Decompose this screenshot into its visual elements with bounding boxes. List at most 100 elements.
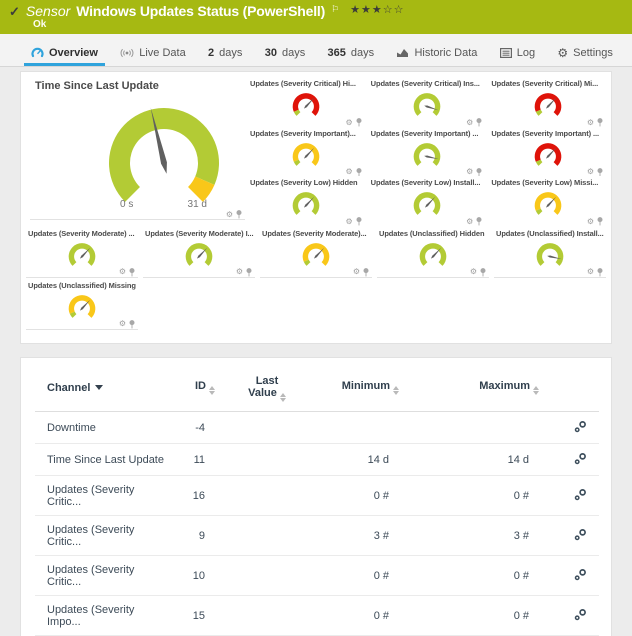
- gauge-settings-gear-icon[interactable]: ⚙: [466, 119, 473, 127]
- channel-name-cell[interactable]: Updates (Severity Critic...: [35, 476, 167, 516]
- sort-arrows-icon: [533, 386, 539, 395]
- channel-settings-button[interactable]: [574, 528, 587, 541]
- gauge: [369, 139, 486, 169]
- gauge-tile-updates-unclassified-install[interactable]: Updates (Unclassified) Install...⚙: [494, 227, 606, 279]
- priority-stars[interactable]: ★★★☆☆: [350, 4, 404, 16]
- gauge-tile-footer: ⚙: [248, 119, 365, 127]
- tab-365-days[interactable]: 365days: [321, 42, 382, 66]
- column-header-maximum[interactable]: Maximum: [403, 360, 543, 412]
- gauge-arc: [527, 139, 569, 169]
- gauge-settings-gear-icon[interactable]: ⚙: [587, 268, 594, 276]
- channel-settings-button[interactable]: [574, 452, 587, 465]
- tab-30-days[interactable]: 30days: [258, 42, 313, 66]
- gauge-arc: [527, 188, 569, 218]
- gauge-settings-gear-icon[interactable]: ⚙: [226, 211, 233, 219]
- gauge-pin-icon[interactable]: [356, 168, 362, 177]
- gauge-pin-icon[interactable]: [476, 217, 482, 226]
- gauge-pin-icon[interactable]: [236, 210, 242, 219]
- gauge-pin-icon[interactable]: [129, 268, 135, 277]
- channel-name-cell[interactable]: Time Since Last Update: [35, 444, 167, 476]
- gauge-settings-gear-icon[interactable]: ⚙: [345, 218, 352, 226]
- tab-label: days: [219, 47, 242, 59]
- gauge-pin-icon[interactable]: [476, 118, 482, 127]
- flag-icon[interactable]: ⚐: [331, 4, 339, 14]
- channel-settings-button[interactable]: [574, 568, 587, 581]
- gauge-tile-footer: ⚙: [143, 269, 255, 278]
- gauge-settings-gear-icon[interactable]: ⚙: [466, 168, 473, 176]
- column-header-channel[interactable]: Channel: [35, 360, 167, 412]
- gauge-tile-updates-severity-important[interactable]: Updates (Severity Important) ...⚙: [369, 127, 486, 177]
- gauge-settings-gear-icon[interactable]: ⚙: [236, 268, 243, 276]
- tab-historic-data[interactable]: Historic Data: [389, 42, 484, 66]
- gauge-settings-gear-icon[interactable]: ⚙: [119, 320, 126, 328]
- gauge-arc: [406, 139, 448, 169]
- id-cell: 10: [167, 556, 219, 596]
- tab-label: Log: [517, 47, 535, 59]
- minimum-cell: [315, 412, 403, 444]
- gauge-pin-icon[interactable]: [129, 320, 135, 329]
- gauge-tile-updates-severity-critical-mi[interactable]: Updates (Severity Critical) Mi...⚙: [489, 77, 606, 127]
- column-header-id[interactable]: ID: [167, 360, 219, 412]
- gauge-label: Updates (Severity Low) Hidden: [248, 178, 365, 188]
- gauge-settings-gear-icon[interactable]: ⚙: [470, 268, 477, 276]
- gauge-settings-gear-icon[interactable]: ⚙: [119, 268, 126, 276]
- channel-name-cell[interactable]: Downtime: [35, 412, 167, 444]
- column-header-minimum[interactable]: Minimum: [315, 360, 403, 412]
- gauge-pin-icon[interactable]: [356, 217, 362, 226]
- gauge-pin-icon[interactable]: [597, 168, 603, 177]
- gauge-scale-max: 31 d: [188, 199, 207, 211]
- tab-live-data[interactable]: Live Data: [113, 42, 192, 66]
- gauge: [248, 89, 365, 119]
- column-label: LastValue: [248, 373, 286, 402]
- channel-settings-button[interactable]: [574, 488, 587, 501]
- table-row-updates-severity-impo: Updates (Severity Impo...150 #0 #: [35, 596, 599, 636]
- gauge-settings-gear-icon[interactable]: ⚙: [353, 268, 360, 276]
- tab-2-days[interactable]: 2days: [201, 42, 249, 66]
- gauge-tile-updates-severity-moderate-i[interactable]: Updates (Severity Moderate) I...⚙: [143, 227, 255, 279]
- channel-settings-cell: [543, 556, 599, 596]
- gauge-tile-updates-severity-low-missi[interactable]: Updates (Severity Low) Missi...⚙: [489, 176, 606, 226]
- gauge-pin-icon[interactable]: [597, 268, 603, 277]
- gauge-settings-gear-icon[interactable]: ⚙: [345, 119, 352, 127]
- channel-name-cell[interactable]: Updates (Severity Impo...: [35, 596, 167, 636]
- gauge-settings-gear-icon[interactable]: ⚙: [587, 119, 594, 127]
- gauge-tile-updates-severity-moderate[interactable]: Updates (Severity Moderate) ...⚙: [26, 227, 138, 279]
- channel-settings-button[interactable]: [574, 420, 587, 433]
- maximum-cell: [403, 412, 543, 444]
- channel-name-cell[interactable]: Updates (Severity Critic...: [35, 556, 167, 596]
- column-header-last-value[interactable]: LastValue: [219, 360, 315, 412]
- gauge-pin-icon[interactable]: [597, 118, 603, 127]
- big-gauge-tile[interactable]: Time Since Last Update 0 s 31 d ⚙: [26, 77, 245, 226]
- channel-name-cell[interactable]: Updates (Severity Critic...: [35, 516, 167, 556]
- gauge-pin-icon[interactable]: [356, 118, 362, 127]
- gauge-settings-gear-icon[interactable]: ⚙: [587, 168, 594, 176]
- gauge-settings-gear-icon[interactable]: ⚙: [466, 218, 473, 226]
- gauge-tile-updates-severity-low-hidden[interactable]: Updates (Severity Low) Hidden ⚙: [248, 176, 365, 226]
- tab-log[interactable]: Log: [493, 42, 542, 66]
- tab-settings[interactable]: ⚙Settings: [550, 42, 620, 66]
- gauge-tile-updates-unclassified-hidden[interactable]: Updates (Unclassified) Hidden⚙: [377, 227, 489, 279]
- channel-settings-button[interactable]: [574, 608, 587, 621]
- maximum-cell: 0 #: [403, 476, 543, 516]
- gauge: [489, 188, 606, 218]
- tab-overview[interactable]: Overview: [24, 42, 105, 66]
- id-cell: 16: [167, 476, 219, 516]
- gauge-pin-icon[interactable]: [480, 268, 486, 277]
- gauge-pin-icon[interactable]: [363, 268, 369, 277]
- gauge-pin-icon[interactable]: [597, 217, 603, 226]
- gauge-tile-footer: ⚙: [26, 269, 138, 278]
- gauge-pin-icon[interactable]: [476, 168, 482, 177]
- maximum-cell: 14 d: [403, 444, 543, 476]
- star-filled-icon: ★: [361, 4, 372, 16]
- gauge-pin-icon[interactable]: [246, 268, 252, 277]
- gauge-settings-gear-icon[interactable]: ⚙: [587, 218, 594, 226]
- gauge-settings-gear-icon[interactable]: ⚙: [345, 168, 352, 176]
- gauge-tile-updates-severity-important[interactable]: Updates (Severity Important)...⚙: [248, 127, 365, 177]
- gauge-tile-updates-severity-moderate[interactable]: Updates (Severity Moderate)...⚙: [260, 227, 372, 279]
- gauge-tile-updates-severity-critical-hi[interactable]: Updates (Severity Critical) Hi...⚙: [248, 77, 365, 127]
- gauge-tile-updates-severity-critical-ins[interactable]: Updates (Severity Critical) Ins...⚙: [369, 77, 486, 127]
- gauge-tile-updates-severity-low-install[interactable]: Updates (Severity Low) Install...⚙: [369, 176, 486, 226]
- gauge-tile-updates-unclassified-missing[interactable]: Updates (Unclassified) Missing⚙: [26, 279, 138, 331]
- last-value-cell: [219, 412, 315, 444]
- gauge-tile-updates-severity-important[interactable]: Updates (Severity Important) ...⚙: [489, 127, 606, 177]
